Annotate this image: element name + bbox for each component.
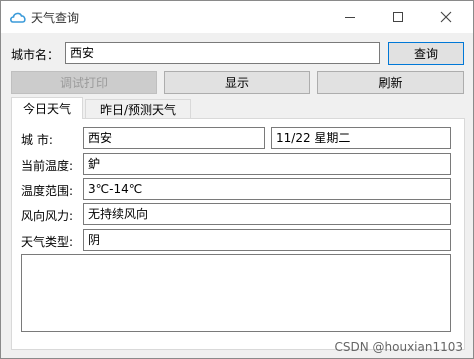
tab-yesterday-forecast[interactable]: 昨日/预测天气 — [85, 99, 191, 119]
weather-type-label: 天气类型: — [21, 235, 74, 249]
wind-field[interactable]: 无持续风向 — [83, 203, 451, 225]
minimize-button[interactable] — [327, 1, 373, 33]
maximize-button[interactable] — [375, 1, 421, 33]
title-bar[interactable]: 天气查询 — [1, 1, 473, 33]
temp-range-field[interactable]: 3℃-14℃ — [83, 178, 451, 200]
show-button[interactable]: 显示 — [164, 71, 310, 94]
city-label: 城 市: — [21, 133, 53, 147]
debug-print-button[interactable]: 调试打印 — [11, 71, 157, 94]
tab-today-weather[interactable]: 今日天气 — [11, 97, 83, 119]
weather-type-field[interactable]: 阴 — [83, 229, 451, 251]
current-temp-label: 当前温度: — [21, 159, 74, 173]
cloud-icon — [10, 12, 26, 23]
city-name-input[interactable]: 西安 — [65, 42, 380, 64]
close-icon — [440, 11, 452, 23]
close-button[interactable] — [423, 1, 469, 33]
date-field[interactable]: 11/22 星期二 — [271, 127, 451, 149]
watermark: CSDN @houxian1103 — [334, 340, 463, 354]
minimize-icon — [345, 16, 355, 18]
current-temp-field[interactable]: 鈩 — [83, 153, 451, 175]
temp-range-label: 温度范围: — [21, 184, 74, 198]
refresh-button[interactable]: 刷新 — [317, 71, 464, 94]
maximize-icon — [393, 12, 403, 22]
city-field[interactable]: 西安 — [83, 127, 265, 149]
city-name-label: 城市名： — [11, 48, 60, 62]
wind-label: 风向风力: — [21, 209, 74, 223]
window-title: 天气查询 — [31, 11, 80, 25]
notes-textarea[interactable] — [21, 254, 451, 332]
query-button[interactable]: 查询 — [388, 42, 464, 65]
app-window: 天气查询 城市名： 西安 查询 调试打印 显示 刷新 今日天气 昨日/预测天气 … — [0, 0, 474, 359]
